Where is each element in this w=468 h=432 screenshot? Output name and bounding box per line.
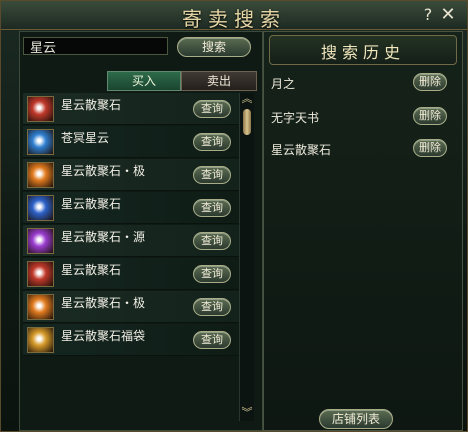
blue-nebula-stone-icon	[27, 195, 54, 221]
result-item-name: 星云散聚石・源	[61, 230, 146, 244]
result-item-name: 星云散聚石福袋	[61, 329, 146, 343]
query-button[interactable]: 查询	[193, 166, 231, 184]
query-button[interactable]: 查询	[193, 331, 231, 349]
results-scrollbar[interactable]: ︽ ︾	[239, 93, 254, 421]
history-title: 搜索历史	[320, 43, 405, 62]
red-nebula-stone-icon	[27, 96, 54, 122]
result-row[interactable]: 苍冥星云 查询	[23, 126, 239, 158]
scroll-down-icon[interactable]: ︾	[240, 407, 254, 419]
history-item-label: 无字天书	[271, 111, 320, 125]
result-item-name: 星云散聚石・极	[61, 296, 146, 310]
delete-history-button[interactable]: 删除	[413, 107, 447, 125]
results-list: 星云散聚石 查询 苍冥星云 查询 星云散聚石・极 查询 星云散聚石 查询 星云散聚石・源 查询 星云…	[23, 91, 241, 425]
history-item[interactable]: 月之 删除	[271, 73, 453, 93]
result-row[interactable]: 星云散聚石福袋 查询	[23, 324, 239, 356]
search-button[interactable]: 搜索	[177, 37, 251, 57]
fire-nebula-stone-icon	[27, 294, 54, 320]
ice-crystal-icon	[27, 129, 54, 155]
result-item-name: 星云散聚石	[61, 98, 122, 112]
query-button[interactable]: 查询	[193, 133, 231, 151]
close-button[interactable]: ✕	[439, 5, 457, 25]
help-button[interactable]: ?	[419, 5, 437, 25]
result-row[interactable]: 星云散聚石・极 查询	[23, 291, 239, 323]
tab-sell[interactable]: 卖出	[181, 71, 257, 91]
result-item-name: 星云散聚石	[61, 197, 122, 211]
result-row[interactable]: 星云散聚石・极 查询	[23, 159, 239, 191]
red-nebula-stone-icon	[27, 261, 54, 287]
purple-nebula-stone-icon	[27, 228, 54, 254]
result-row[interactable]: 星云散聚石 查询	[23, 93, 239, 125]
consignment-search-window: 寄卖搜索 ? ✕ 搜索 买入 卖出 星云散聚石查询苍冥星云查询星云散聚石・极查询…	[0, 0, 468, 432]
query-button[interactable]: 查询	[193, 265, 231, 283]
result-item-name: 苍冥星云	[61, 131, 110, 145]
history-item-label: 星云散聚石	[271, 143, 332, 157]
query-button[interactable]: 查询	[193, 298, 231, 316]
history-item[interactable]: 无字天书 删除	[271, 107, 453, 127]
result-item-name: 星云散聚石・极	[61, 164, 146, 178]
search-input[interactable]	[23, 37, 168, 55]
history-header: 搜索历史	[269, 35, 457, 65]
query-button[interactable]: 查询	[193, 199, 231, 217]
history-item[interactable]: 星云散聚石 删除	[271, 139, 453, 159]
history-item-label: 月之	[271, 77, 296, 91]
delete-history-button[interactable]: 删除	[413, 73, 447, 91]
fire-nebula-stone-icon	[27, 162, 54, 188]
query-button[interactable]: 查询	[193, 232, 231, 250]
query-button[interactable]: 查询	[193, 100, 231, 118]
result-item-name: 星云散聚石	[61, 263, 122, 277]
scroll-thumb[interactable]	[243, 109, 251, 135]
scroll-up-icon[interactable]: ︽	[240, 93, 254, 105]
delete-history-button[interactable]: 删除	[413, 139, 447, 157]
tab-buy[interactable]: 买入	[107, 71, 181, 91]
window-title: 寄卖搜索	[182, 7, 286, 31]
gift-bag-icon	[27, 327, 54, 353]
shop-list-button[interactable]: 店铺列表	[319, 409, 393, 429]
result-row[interactable]: 星云散聚石 查询	[23, 192, 239, 224]
result-row[interactable]: 星云散聚石・源 查询	[23, 225, 239, 257]
title-bar: 寄卖搜索 ? ✕	[1, 1, 467, 31]
result-row[interactable]: 星云散聚石 查询	[23, 258, 239, 290]
